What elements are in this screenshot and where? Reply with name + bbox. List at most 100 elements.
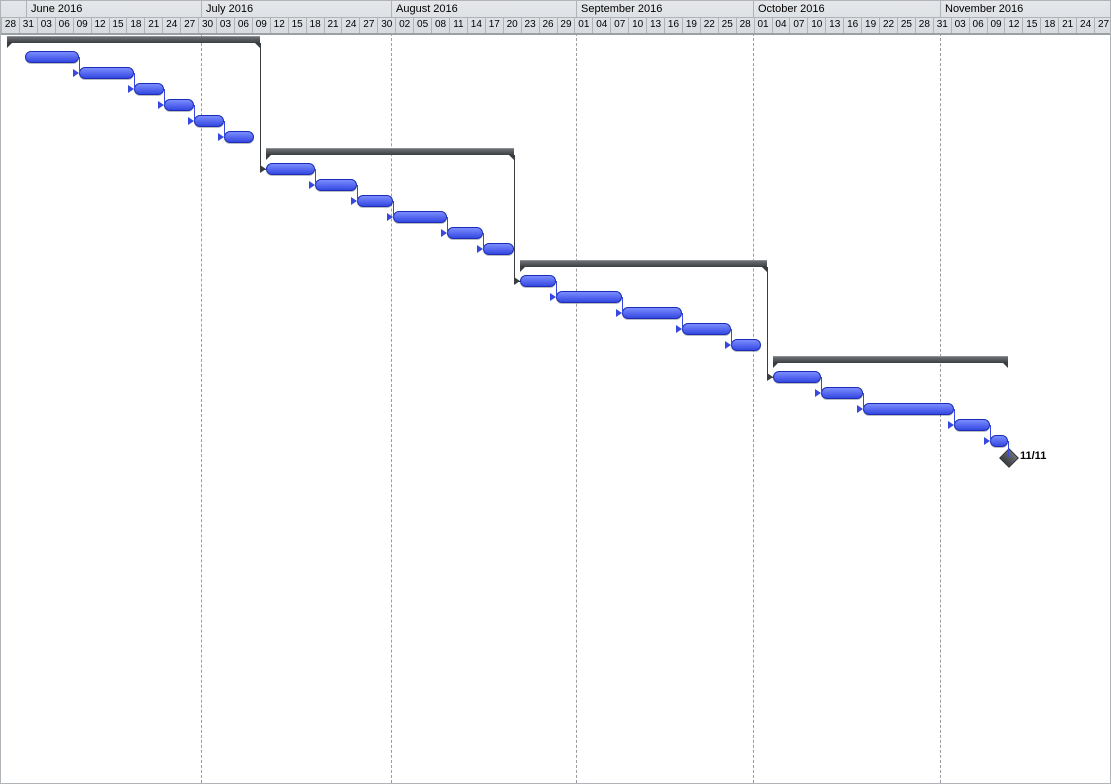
day-header: 19: [682, 17, 700, 33]
month-header: September 2016: [576, 1, 753, 17]
day-header: 20: [503, 17, 521, 33]
task-bar[interactable]: [315, 179, 357, 191]
day-header: 26: [539, 17, 557, 33]
day-header: 27: [359, 17, 377, 33]
day-header: 18: [126, 17, 144, 33]
day-header: 15: [288, 17, 306, 33]
task-bar[interactable]: [194, 115, 224, 127]
day-header: 08: [431, 17, 449, 33]
day-header: 24: [1076, 17, 1094, 33]
day-header: 24: [162, 17, 180, 33]
day-header: 06: [969, 17, 987, 33]
day-header: 13: [646, 17, 664, 33]
month-header: November 2016: [940, 1, 1110, 17]
day-header: 02: [395, 17, 413, 33]
day-header: 04: [592, 17, 610, 33]
day-header: 21: [1058, 17, 1076, 33]
day-header: 12: [270, 17, 288, 33]
day-header: 12: [91, 17, 109, 33]
day-header: 30: [377, 17, 395, 33]
task-bar[interactable]: [164, 99, 194, 111]
day-header: 31: [19, 17, 37, 33]
day-header: 23: [521, 17, 539, 33]
task-bar[interactable]: [954, 419, 990, 431]
day-header: 06: [234, 17, 252, 33]
day-header: 01: [574, 17, 592, 33]
milestone-label: 11/11: [1020, 450, 1046, 462]
summary-bar[interactable]: [7, 36, 260, 43]
day-header: 04: [772, 17, 790, 33]
task-bar[interactable]: [773, 371, 821, 383]
day-header: 25: [718, 17, 736, 33]
task-bar[interactable]: [266, 163, 314, 175]
gantt-body[interactable]: 11/11: [1, 33, 1110, 783]
task-bar[interactable]: [520, 275, 556, 287]
day-header: 18: [306, 17, 324, 33]
task-bar[interactable]: [393, 211, 447, 223]
day-header: 29: [557, 17, 575, 33]
month-row: June 2016July 2016August 2016September 2…: [1, 1, 1110, 18]
month-header: July 2016: [201, 1, 391, 17]
day-row: 2831030609121518212427300306091215182124…: [1, 17, 1110, 33]
gantt-chart[interactable]: June 2016July 2016August 2016September 2…: [0, 0, 1111, 784]
day-header: 17: [485, 17, 503, 33]
day-header: 27: [1094, 17, 1110, 33]
day-header: 21: [324, 17, 342, 33]
day-header: 28: [1, 17, 19, 33]
day-header: 30: [198, 17, 216, 33]
summary-bar[interactable]: [773, 356, 1008, 363]
day-header: 25: [897, 17, 915, 33]
month-header: August 2016: [391, 1, 576, 17]
day-header: 16: [664, 17, 682, 33]
task-bar[interactable]: [990, 435, 1008, 447]
task-bar[interactable]: [224, 131, 254, 143]
day-header: 12: [1004, 17, 1022, 33]
day-header: 09: [987, 17, 1005, 33]
day-header: 13: [825, 17, 843, 33]
month-header: June 2016: [26, 1, 201, 17]
day-header: 07: [789, 17, 807, 33]
day-header: 14: [467, 17, 485, 33]
day-header: 27: [180, 17, 198, 33]
day-header: 06: [55, 17, 73, 33]
month-header: October 2016: [753, 1, 940, 17]
day-header: 11: [449, 17, 467, 33]
task-bar[interactable]: [447, 227, 483, 239]
day-header: 03: [37, 17, 55, 33]
task-bar[interactable]: [821, 387, 863, 399]
task-bar[interactable]: [134, 83, 164, 95]
day-header: 18: [1040, 17, 1058, 33]
day-header: 28: [736, 17, 754, 33]
task-bar[interactable]: [622, 307, 682, 319]
day-header: 10: [628, 17, 646, 33]
task-bar[interactable]: [25, 51, 79, 63]
day-header: 15: [109, 17, 127, 33]
day-header: 28: [915, 17, 933, 33]
task-bar[interactable]: [556, 291, 622, 303]
day-header: 10: [807, 17, 825, 33]
day-header: 15: [1022, 17, 1040, 33]
day-header: 22: [879, 17, 897, 33]
summary-bar[interactable]: [520, 260, 767, 267]
task-bar[interactable]: [863, 403, 953, 415]
milestone-diamond[interactable]: [999, 448, 1019, 468]
task-bar[interactable]: [79, 67, 133, 79]
day-header: 19: [861, 17, 879, 33]
day-header: 24: [341, 17, 359, 33]
day-header: 09: [73, 17, 91, 33]
day-header: 21: [144, 17, 162, 33]
day-header: 03: [951, 17, 969, 33]
task-bar[interactable]: [357, 195, 393, 207]
task-bar[interactable]: [731, 339, 761, 351]
task-bar[interactable]: [682, 323, 730, 335]
task-bar[interactable]: [483, 243, 513, 255]
summary-bar[interactable]: [266, 148, 513, 155]
day-header: 05: [413, 17, 431, 33]
day-header: 01: [754, 17, 772, 33]
day-header: 22: [700, 17, 718, 33]
day-header: 31: [933, 17, 951, 33]
day-header: 16: [843, 17, 861, 33]
day-header: 09: [252, 17, 270, 33]
timeline-header: June 2016July 2016August 2016September 2…: [1, 1, 1110, 35]
day-header: 07: [610, 17, 628, 33]
